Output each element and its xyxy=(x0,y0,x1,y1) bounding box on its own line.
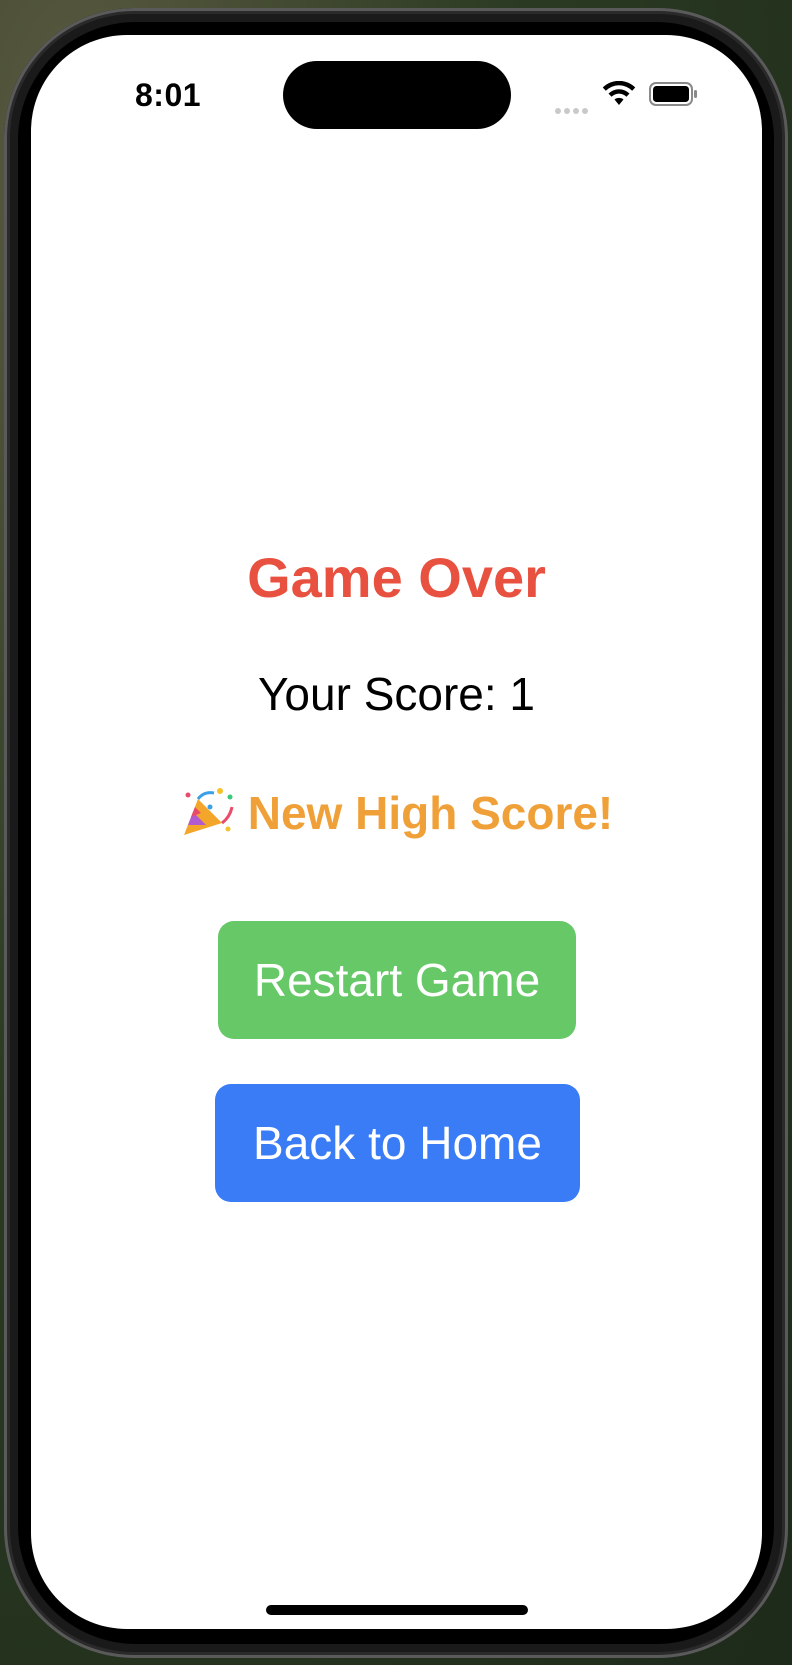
home-indicator[interactable] xyxy=(266,1605,528,1615)
phone-screen: 8:01 Game Over Your Score: 1 New High Sc… xyxy=(31,35,762,1629)
restart-game-button[interactable]: Restart Game xyxy=(218,921,576,1039)
high-score-banner: New High Score! xyxy=(31,785,762,840)
game-over-title: Game Over xyxy=(247,546,546,609)
game-over-view: Game Over Your Score: 1 New High Score! … xyxy=(31,35,762,1629)
score-text: Your Score: 1 xyxy=(257,668,536,720)
back-to-home-button[interactable]: Back to Home xyxy=(215,1084,580,1202)
party-popper-icon xyxy=(183,788,234,835)
high-score-text: New High Score! xyxy=(247,787,614,839)
